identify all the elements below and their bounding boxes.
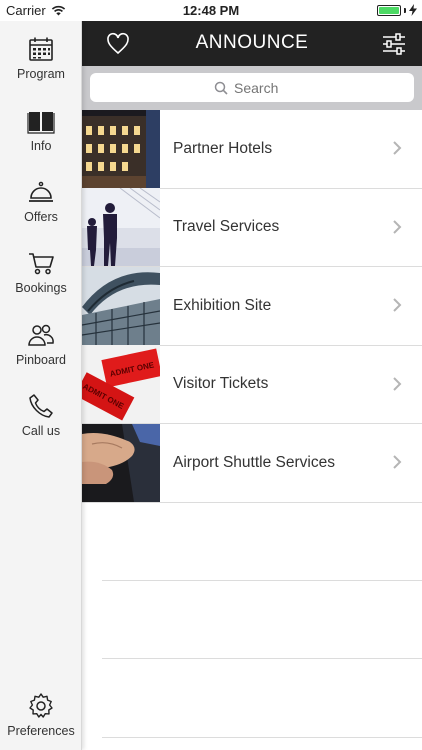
- empty-row-divider: [102, 580, 422, 581]
- sidebar-item-pinboard[interactable]: Pinboard: [0, 321, 82, 367]
- list-item-label: Travel Services: [173, 218, 280, 236]
- empty-row-divider: [102, 737, 422, 738]
- sidebar: Program Info Offers Bookings Pinboard Ca…: [0, 21, 82, 750]
- travelers-photo: [82, 188, 160, 267]
- status-right: [377, 4, 417, 16]
- book-icon: [27, 112, 55, 134]
- calendar-icon: [29, 37, 53, 61]
- sliders-icon: [383, 33, 405, 55]
- list-item-label: Visitor Tickets: [173, 375, 269, 393]
- charging-icon: [409, 4, 417, 16]
- chevron-right-icon: [393, 455, 402, 469]
- category-list: Partner Hotels Travel Services Exhibitio…: [82, 109, 422, 503]
- search-input[interactable]: [234, 79, 290, 96]
- list-item-airport-shuttle-services[interactable]: Airport Shuttle Services: [82, 423, 422, 503]
- exhibition-hall-photo: [82, 266, 160, 345]
- battery-tip: [404, 7, 406, 13]
- page-title: ANNOUNCE: [195, 32, 309, 53]
- sidebar-item-label: Program: [17, 67, 65, 81]
- sidebar-item-label: Bookings: [15, 281, 67, 295]
- status-bar: Carrier 12:48 PM: [0, 0, 422, 21]
- top-nav-bar: ANNOUNCE: [82, 21, 422, 66]
- gear-icon: [29, 693, 53, 718]
- people-icon: [28, 324, 54, 346]
- list-item-label: Airport Shuttle Services: [173, 453, 335, 471]
- sidebar-item-bookings[interactable]: Bookings: [0, 249, 82, 295]
- sidebar-item-label: Offers: [24, 210, 58, 224]
- list-item-travel-services[interactable]: Travel Services: [82, 188, 422, 267]
- sidebar-item-label: Info: [30, 139, 52, 153]
- cart-icon: [29, 253, 54, 275]
- chevron-right-icon: [393, 141, 402, 155]
- chevron-right-icon: [393, 376, 402, 391]
- sidebar-item-label: Preferences: [7, 724, 75, 738]
- sidebar-item-call-us[interactable]: Call us: [0, 392, 82, 438]
- list-item-label: Partner Hotels: [173, 139, 273, 157]
- search-bar: [82, 66, 422, 110]
- tickets-photo: ADMIT ONE ADMIT ONE: [82, 345, 160, 424]
- list-item-partner-hotels[interactable]: Partner Hotels: [82, 109, 422, 189]
- list-item-exhibition-site[interactable]: Exhibition Site: [82, 266, 422, 346]
- sidebar-item-info[interactable]: Info: [0, 107, 82, 153]
- chevron-right-icon: [393, 298, 402, 312]
- status-time: 12:48 PM: [182, 3, 240, 18]
- sidebar-item-label: Pinboard: [15, 353, 67, 367]
- sidebar-item-program[interactable]: Program: [0, 35, 82, 81]
- service-bell-icon: [29, 181, 53, 202]
- search-icon: [214, 81, 228, 95]
- sidebar-item-label: Call us: [21, 424, 61, 438]
- empty-row-divider: [102, 658, 422, 659]
- search-field[interactable]: [90, 73, 414, 102]
- battery-icon: [377, 4, 401, 16]
- chevron-right-icon: [393, 219, 402, 234]
- list-item-visitor-tickets[interactable]: ADMIT ONE ADMIT ONE Visitor Tickets: [82, 345, 422, 424]
- filter-settings-button[interactable]: [380, 30, 408, 58]
- list-item-label: Exhibition Site: [173, 296, 272, 314]
- hotel-photo: [82, 109, 160, 188]
- handshake-photo: [82, 423, 160, 502]
- sidebar-item-offers[interactable]: Offers: [0, 178, 82, 224]
- phone-icon: [29, 394, 53, 418]
- sidebar-item-preferences[interactable]: Preferences: [0, 692, 82, 738]
